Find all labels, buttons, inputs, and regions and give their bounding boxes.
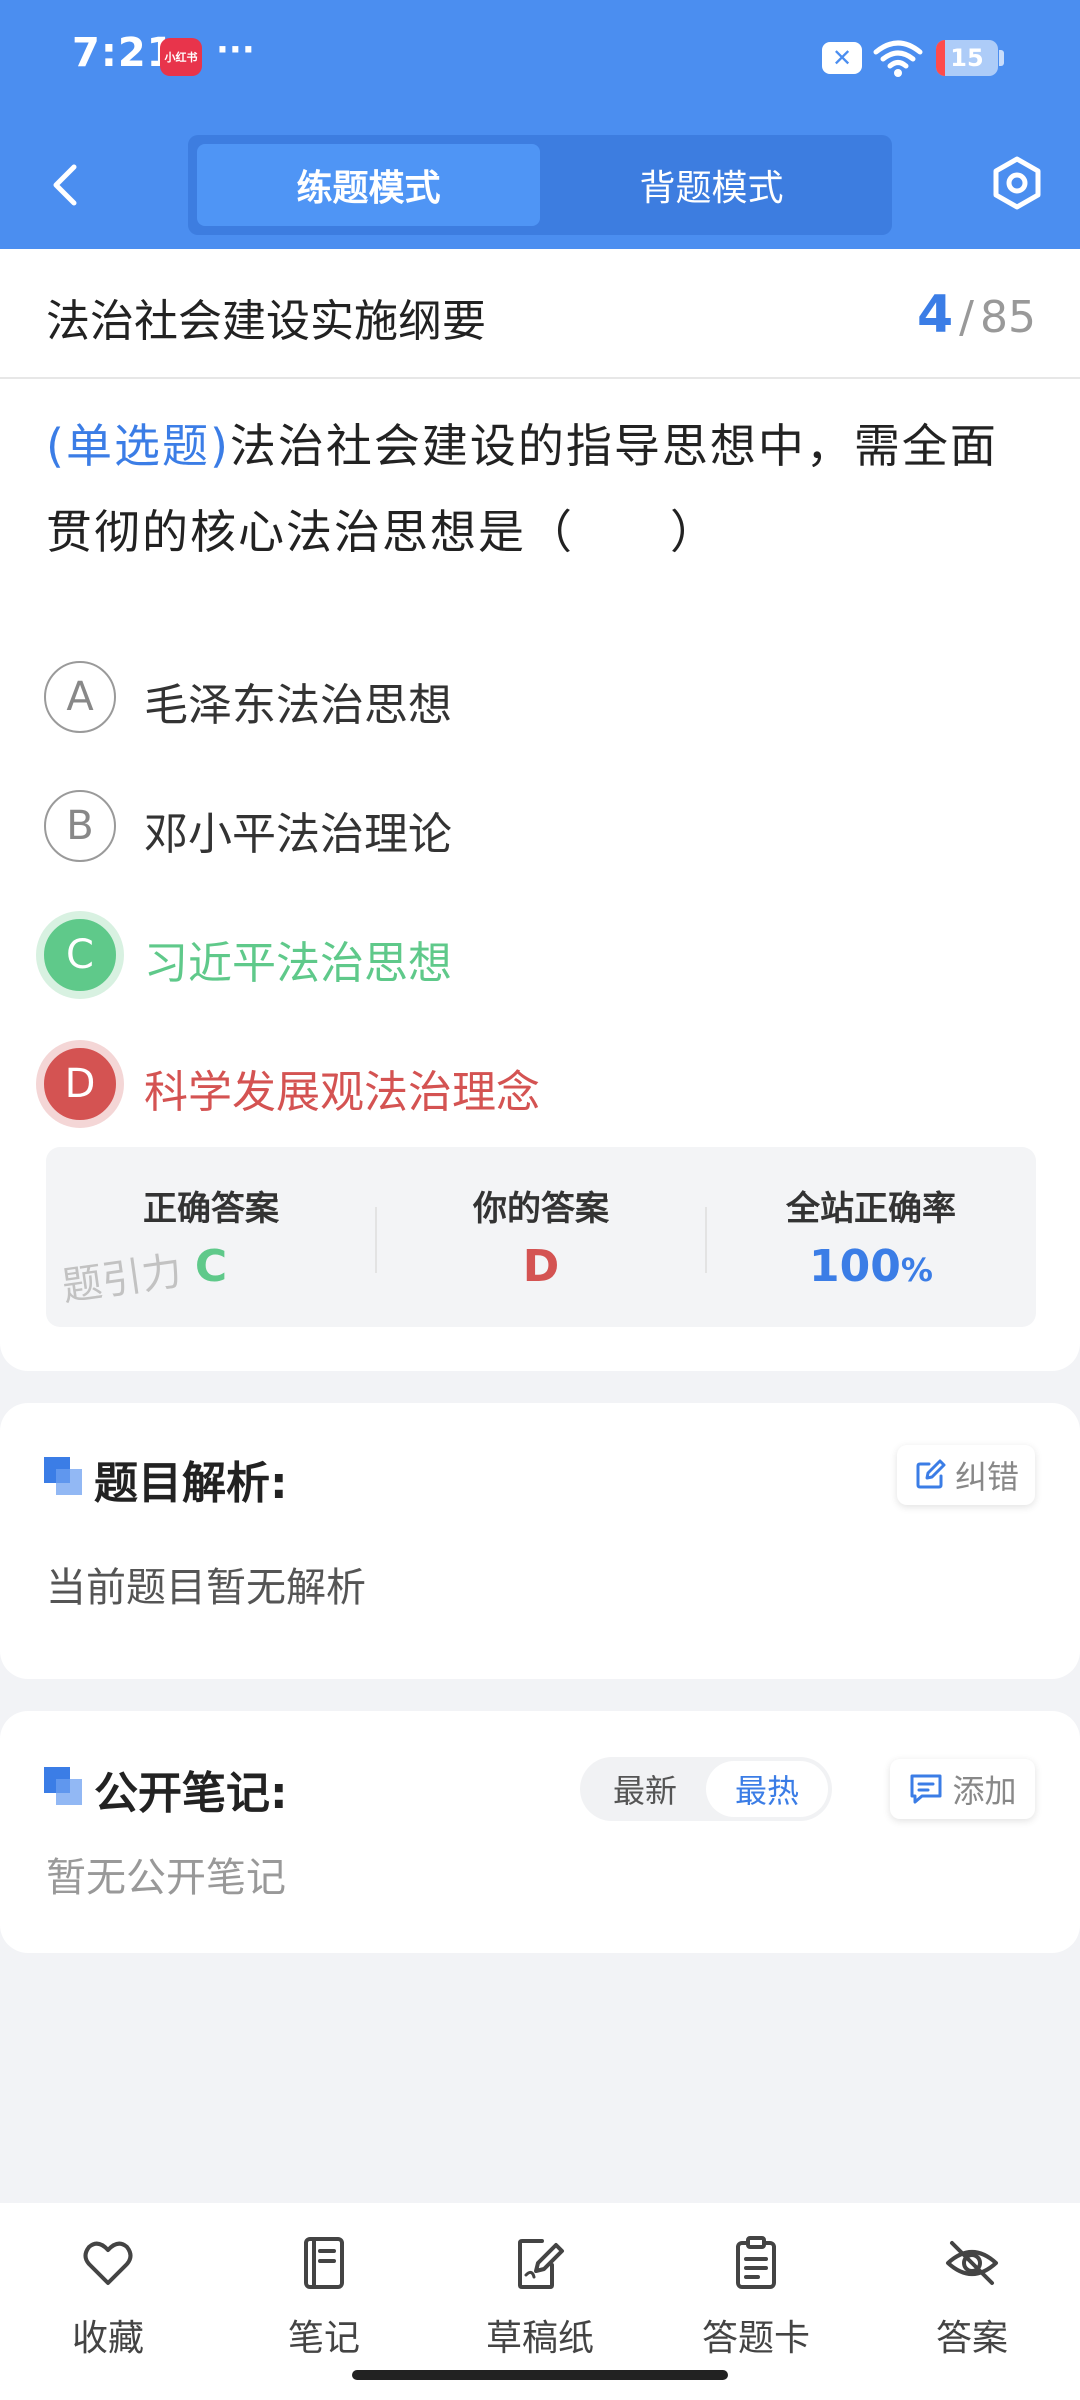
progress-separator: / <box>959 292 974 343</box>
chapter-title: 法治社会建设实施纲要 <box>46 296 486 347</box>
analysis-content: 当前题目暂无解析 <box>46 1565 366 1611</box>
notes-sort-toggle: 最新 最热 <box>580 1757 832 1821</box>
status-bar: 7:21 小红书 ··· ✕ 15 <box>0 0 1080 118</box>
option-text: 毛泽东法治思想 <box>144 680 452 731</box>
analysis-title: 题目解析: <box>94 1458 288 1509</box>
option-text: 习近平法治思想 <box>144 938 452 989</box>
nav-label: 笔记 <box>287 2318 360 2359</box>
add-note-button[interactable]: 添加 <box>890 1759 1035 1819</box>
section-squares-icon <box>44 1767 84 1807</box>
more-notifications-icon: ··· <box>216 30 255 70</box>
back-button[interactable] <box>40 155 88 215</box>
site-accuracy-unit: % <box>900 1251 933 1289</box>
option-c[interactable]: C 习近平法治思想 <box>42 915 942 995</box>
question-progress: 4/85 <box>917 285 1036 345</box>
battery-indicator: 15 <box>936 40 998 76</box>
tab-practice-mode[interactable]: 练题模式 <box>197 144 540 226</box>
draft-paper-icon <box>518 2239 564 2289</box>
battery-tip <box>999 50 1004 66</box>
site-accuracy-column: 全站正确率 100% <box>706 1147 1036 1327</box>
nav-label: 答案 <box>935 2318 1008 2359</box>
site-accuracy-label: 全站正确率 <box>786 1189 956 1229</box>
answer-card-icon <box>736 2236 776 2289</box>
option-d[interactable]: D 科学发展观法治理念 <box>42 1044 942 1124</box>
your-answer-value: D <box>522 1241 560 1292</box>
answer-result-box: 正确答案 C 你的答案 D 全站正确率 100% 题引力 <box>46 1147 1036 1327</box>
home-indicator[interactable] <box>352 2370 728 2380</box>
notes-empty-text: 暂无公开笔记 <box>46 1855 286 1901</box>
current-question-number: 4 <box>916 285 954 345</box>
nav-notes[interactable]: 笔记 <box>216 2223 432 2373</box>
heart-icon <box>83 2241 133 2285</box>
nav-draft-paper[interactable]: 草稿纸 <box>432 2223 648 2373</box>
question-card: 法治社会建设实施纲要 4/85 (单选题)法治社会建设的指导思想中，需全面贯彻的… <box>0 249 1080 1371</box>
option-letter: D <box>44 1048 116 1120</box>
nav-label: 答题卡 <box>701 2318 810 2359</box>
tab-memorize-mode[interactable]: 背题模式 <box>540 144 883 226</box>
comment-icon <box>910 1774 942 1804</box>
nav-label: 收藏 <box>71 2318 144 2359</box>
option-letter: B <box>44 790 116 862</box>
sort-hottest[interactable]: 最热 <box>706 1761 828 1817</box>
option-text: 邓小平法治理论 <box>144 809 452 860</box>
nav-answer-card[interactable]: 答题卡 <box>648 2223 864 2373</box>
total-question-count: 85 <box>980 292 1036 343</box>
notebook-icon <box>304 2237 344 2289</box>
edit-icon <box>916 1459 946 1489</box>
add-note-label: 添加 <box>952 1772 1017 1810</box>
site-accuracy-number: 100 <box>809 1241 901 1292</box>
sim-disabled-icon: ✕ <box>822 42 862 74</box>
chapter-row: 法治社会建设实施纲要 4/85 <box>0 249 1080 379</box>
app-header: 7:21 小红书 ··· ✕ 15 练题模式 背题模式 <box>0 0 1080 249</box>
analysis-card: 题目解析: 纠错 当前题目暂无解析 <box>0 1403 1080 1679</box>
battery-level-text: 15 <box>950 44 984 72</box>
report-error-label: 纠错 <box>954 1458 1019 1496</box>
eye-off-icon <box>946 2241 998 2285</box>
chevron-left-icon <box>53 164 77 206</box>
option-letter: A <box>44 661 116 733</box>
nav-show-answer[interactable]: 答案 <box>864 2223 1080 2373</box>
hexagon-settings-icon <box>993 156 1041 210</box>
public-notes-card: 公开笔记: 最新 最热 添加 暂无公开笔记 <box>0 1711 1080 1953</box>
option-letter: C <box>44 919 116 991</box>
section-squares-icon <box>44 1457 84 1497</box>
wifi-icon <box>873 40 923 77</box>
option-a[interactable]: A 毛泽东法治思想 <box>42 657 942 737</box>
correct-answer-label: 正确答案 <box>143 1189 279 1229</box>
option-text: 科学发展观法治理念 <box>144 1067 540 1118</box>
xiaohongshu-app-icon: 小红书 <box>160 38 202 76</box>
sort-latest[interactable]: 最新 <box>584 1761 706 1817</box>
mode-switch: 练题模式 背题模式 <box>188 135 892 235</box>
site-accuracy-value: 100% <box>706 1241 1036 1292</box>
notes-title: 公开笔记: <box>94 1768 288 1819</box>
nav-label: 草稿纸 <box>485 2318 594 2359</box>
report-error-button[interactable]: 纠错 <box>897 1445 1035 1505</box>
question-stem: (单选题)法治社会建设的指导思想中，需全面贯彻的核心法治思想是（ ） <box>46 403 1036 575</box>
your-answer-column: 你的答案 D <box>376 1147 706 1327</box>
nav-favorite[interactable]: 收藏 <box>0 2223 216 2373</box>
your-answer-label: 你的答案 <box>473 1189 609 1229</box>
settings-button[interactable] <box>988 154 1046 212</box>
option-b[interactable]: B 邓小平法治理论 <box>42 786 942 866</box>
question-type-label: (单选题) <box>46 419 230 473</box>
